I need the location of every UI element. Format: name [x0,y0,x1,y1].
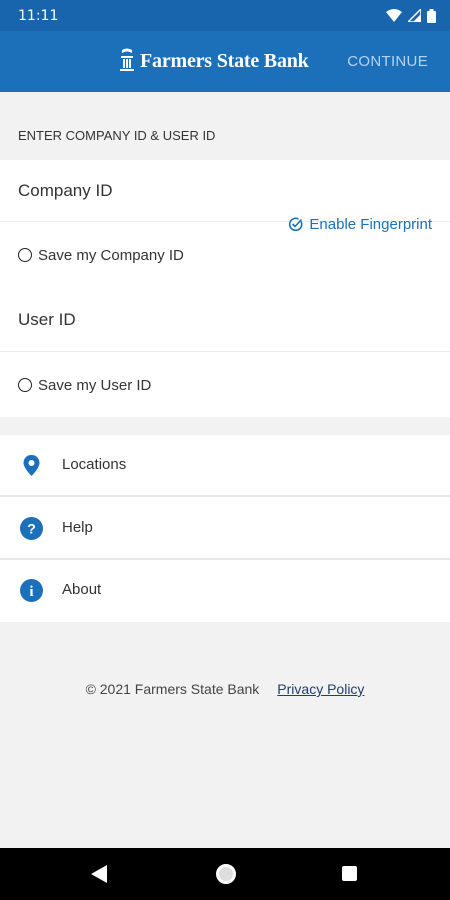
enable-fingerprint-label: Enable Fingerprint [309,216,432,233]
company-id-field[interactable]: Company ID [0,160,450,222]
user-id-label: User ID [18,310,76,329]
brand-name: Farmers State Bank [140,49,309,72]
back-icon[interactable] [91,865,107,883]
menu-label-locations: Locations [62,456,127,473]
company-id-label: Company ID [18,181,113,200]
svg-text:?: ? [27,521,36,537]
wifi-icon [386,9,402,22]
copyright-text: © 2021 Farmers State Bank [85,681,260,697]
user-id-field[interactable]: User ID [0,290,450,352]
menu-item-locations[interactable]: Locations [0,435,450,497]
status-bar: 11:11 [0,0,450,31]
save-user-id-option[interactable]: Save my User ID [0,353,450,419]
app-bar: Farmers State Bank CONTINUE [0,31,450,92]
save-user-id-radio[interactable] [18,378,32,392]
footer: © 2021 Farmers State Bank Privacy Policy [0,681,450,697]
battery-icon [427,8,436,23]
save-user-id-label: Save my User ID [38,377,152,394]
signal-icon [408,9,421,22]
bank-logo-icon [120,48,134,71]
question-icon: ? [20,517,43,540]
continue-button[interactable]: CONTINUE [347,53,428,70]
brand-logo: Farmers State Bank [118,47,309,75]
privacy-policy-link[interactable]: Privacy Policy [277,681,364,697]
location-pin-icon [23,455,40,476]
menu-label-about: About [62,581,102,598]
menu-item-about[interactable]: i About [0,560,450,622]
system-nav-bar [0,848,450,900]
status-time: 11:11 [18,7,59,24]
svg-text:i: i [29,584,33,600]
menu-list: Locations ? Help i About [0,435,450,622]
check-circle-icon [289,217,303,232]
login-form: Company ID Save my Company ID User ID Sa… [0,160,450,417]
status-icons [386,8,436,23]
save-company-id-label: Save my Company ID [38,247,184,264]
recents-button[interactable] [342,866,357,881]
save-company-id-radio[interactable] [18,248,32,262]
home-button[interactable] [216,864,236,884]
menu-label-help: Help [62,519,93,536]
menu-item-help[interactable]: ? Help [0,498,450,560]
enable-fingerprint-toggle[interactable]: Enable Fingerprint [288,216,432,233]
section-header: ENTER COMPANY ID & USER ID [18,128,216,143]
info-icon: i [20,579,43,602]
